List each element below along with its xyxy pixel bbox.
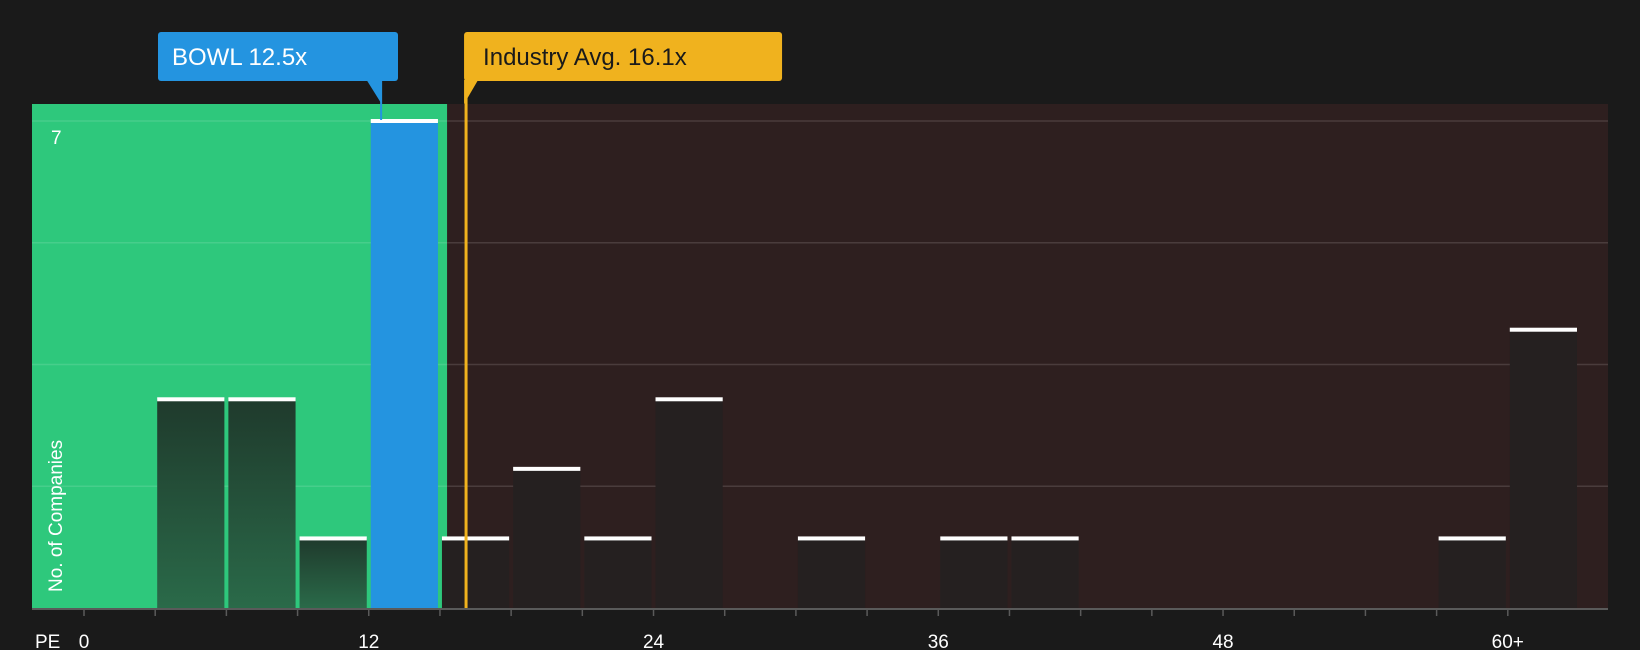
histogram-bar (441, 538, 510, 608)
x-axis-label: PE (35, 632, 60, 650)
histogram-bar (797, 538, 866, 608)
industry-line (464, 78, 468, 608)
y-tick-label: 7 (51, 128, 62, 149)
pe-distribution-chart: Industry Avg. 16.1x BOWL 12.5x 0 12 24 36 48… (32, 32, 1608, 650)
bar-cap (940, 536, 1008, 541)
bar-cap (1011, 536, 1079, 541)
company-line (380, 80, 383, 120)
x-tick-label: 36 (928, 632, 949, 650)
histogram-bar (655, 399, 723, 608)
histogram-bar (157, 399, 225, 608)
bar-cap (513, 466, 581, 471)
x-tick-label: 24 (643, 632, 665, 650)
histogram-bar (940, 538, 1008, 608)
bar-cap (584, 536, 652, 541)
histogram-bar (370, 121, 438, 608)
histogram-bar (299, 538, 367, 608)
histogram-bar (1438, 538, 1506, 608)
histogram-bar (1509, 329, 1577, 608)
histogram-bar (584, 538, 652, 608)
bar-cap (655, 397, 723, 402)
x-axis: 0 12 24 36 48 60+ (32, 608, 1608, 650)
x-tick-label: 48 (1212, 632, 1233, 650)
bar-cap (797, 536, 866, 541)
industry-callout-label: Industry Avg. 16.1x (483, 44, 687, 71)
bar-cap (157, 397, 225, 402)
company-callout-label: BOWL 12.5x (172, 44, 307, 71)
histogram-bar (228, 399, 296, 608)
histogram-bar (1011, 538, 1079, 608)
company-pointer (366, 80, 382, 104)
y-axis-label: No. of Companies (46, 440, 67, 592)
x-tick-label: 12 (358, 632, 379, 650)
x-tick-label: 60+ (1492, 632, 1524, 650)
x-tick-label: 0 (79, 632, 90, 650)
bar-cap (1438, 536, 1506, 541)
bar-cap (441, 536, 510, 541)
histogram-bar (513, 468, 581, 608)
bar-cap (299, 536, 367, 541)
bar-cap (1509, 327, 1577, 332)
bar-cap (228, 397, 296, 402)
